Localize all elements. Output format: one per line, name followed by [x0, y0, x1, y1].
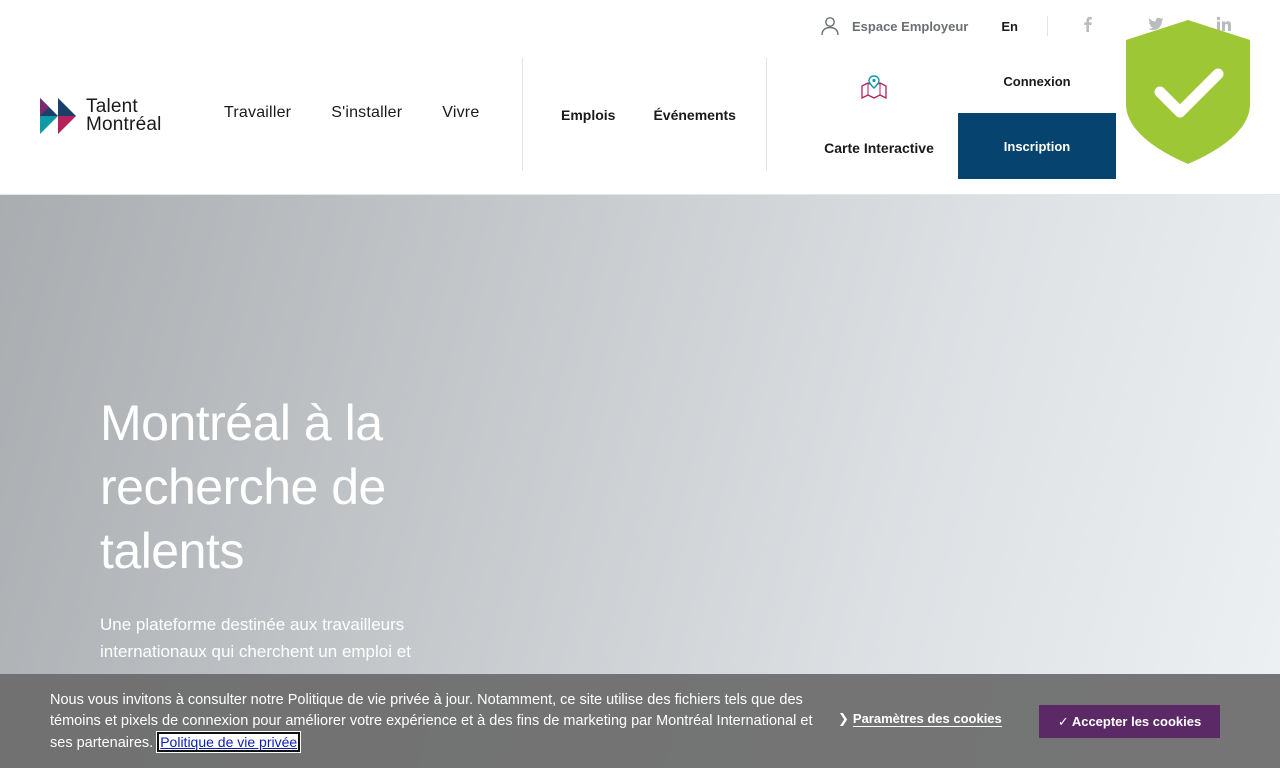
nav-divider	[766, 58, 767, 171]
employer-space-label: Espace Employeur	[852, 18, 969, 34]
site-header: Talent Montréal Travailler S'installer V…	[0, 0, 1280, 195]
cookie-settings-button[interactable]: ❯ Paramètres des cookies	[838, 711, 1002, 727]
cookie-message: Nous vous invitons à consulter notre Pol…	[50, 690, 830, 754]
accept-cookies-label: ✓ Accepter les cookies	[1057, 713, 1202, 729]
topbar-divider	[1046, 16, 1048, 36]
main-nav: Travailler S'installer Vivre	[224, 104, 519, 122]
user-icon	[821, 17, 839, 36]
map-pin-icon	[861, 75, 887, 100]
accept-cookies-button[interactable]: ✓ Accepter les cookies	[1039, 705, 1220, 738]
facebook-icon[interactable]	[1080, 16, 1096, 32]
language-switch[interactable]: En	[1001, 19, 1018, 34]
logo[interactable]: Talent Montréal	[40, 96, 180, 136]
secondary-nav: Emplois Événements	[561, 107, 774, 123]
hero-subtitle: Une plateforme destinée aux travailleurs…	[100, 615, 411, 661]
talent-montreal-logo-icon	[40, 98, 76, 134]
chevron-right-icon: ❯	[838, 711, 849, 726]
employer-space-link[interactable]: Espace Employeur	[820, 16, 968, 36]
nav-divider	[522, 58, 523, 171]
interactive-map-label: Carte Interactive	[824, 140, 934, 156]
logo-line-2: Montréal	[86, 114, 162, 135]
logo-text: Talent Montréal	[86, 97, 162, 135]
cookie-settings-label: Paramètres des cookies	[852, 711, 1002, 727]
hero-title: Montréal à la recherche de talents	[100, 395, 386, 579]
signup-button[interactable]: Inscription	[958, 113, 1116, 179]
cookie-banner: Nous vous invitons à consulter notre Pol…	[0, 674, 1280, 768]
nav-vivre[interactable]: Vivre	[442, 104, 479, 122]
nav-sinstaller[interactable]: S'installer	[331, 104, 402, 122]
signup-label: Inscription	[1003, 138, 1071, 154]
privacy-policy-link[interactable]: Politique de vie privée	[156, 731, 302, 753]
login-link[interactable]: Connexion	[958, 74, 1116, 89]
interactive-map-link[interactable]: Carte Interactive	[800, 58, 958, 171]
nav-travailler[interactable]: Travailler	[224, 104, 291, 122]
utility-bar: Espace Employeur En	[820, 14, 1048, 38]
nav-evenements[interactable]: Événements	[653, 107, 735, 123]
nav-emplois[interactable]: Emplois	[561, 107, 615, 123]
shield-check-icon[interactable]	[1126, 20, 1250, 164]
